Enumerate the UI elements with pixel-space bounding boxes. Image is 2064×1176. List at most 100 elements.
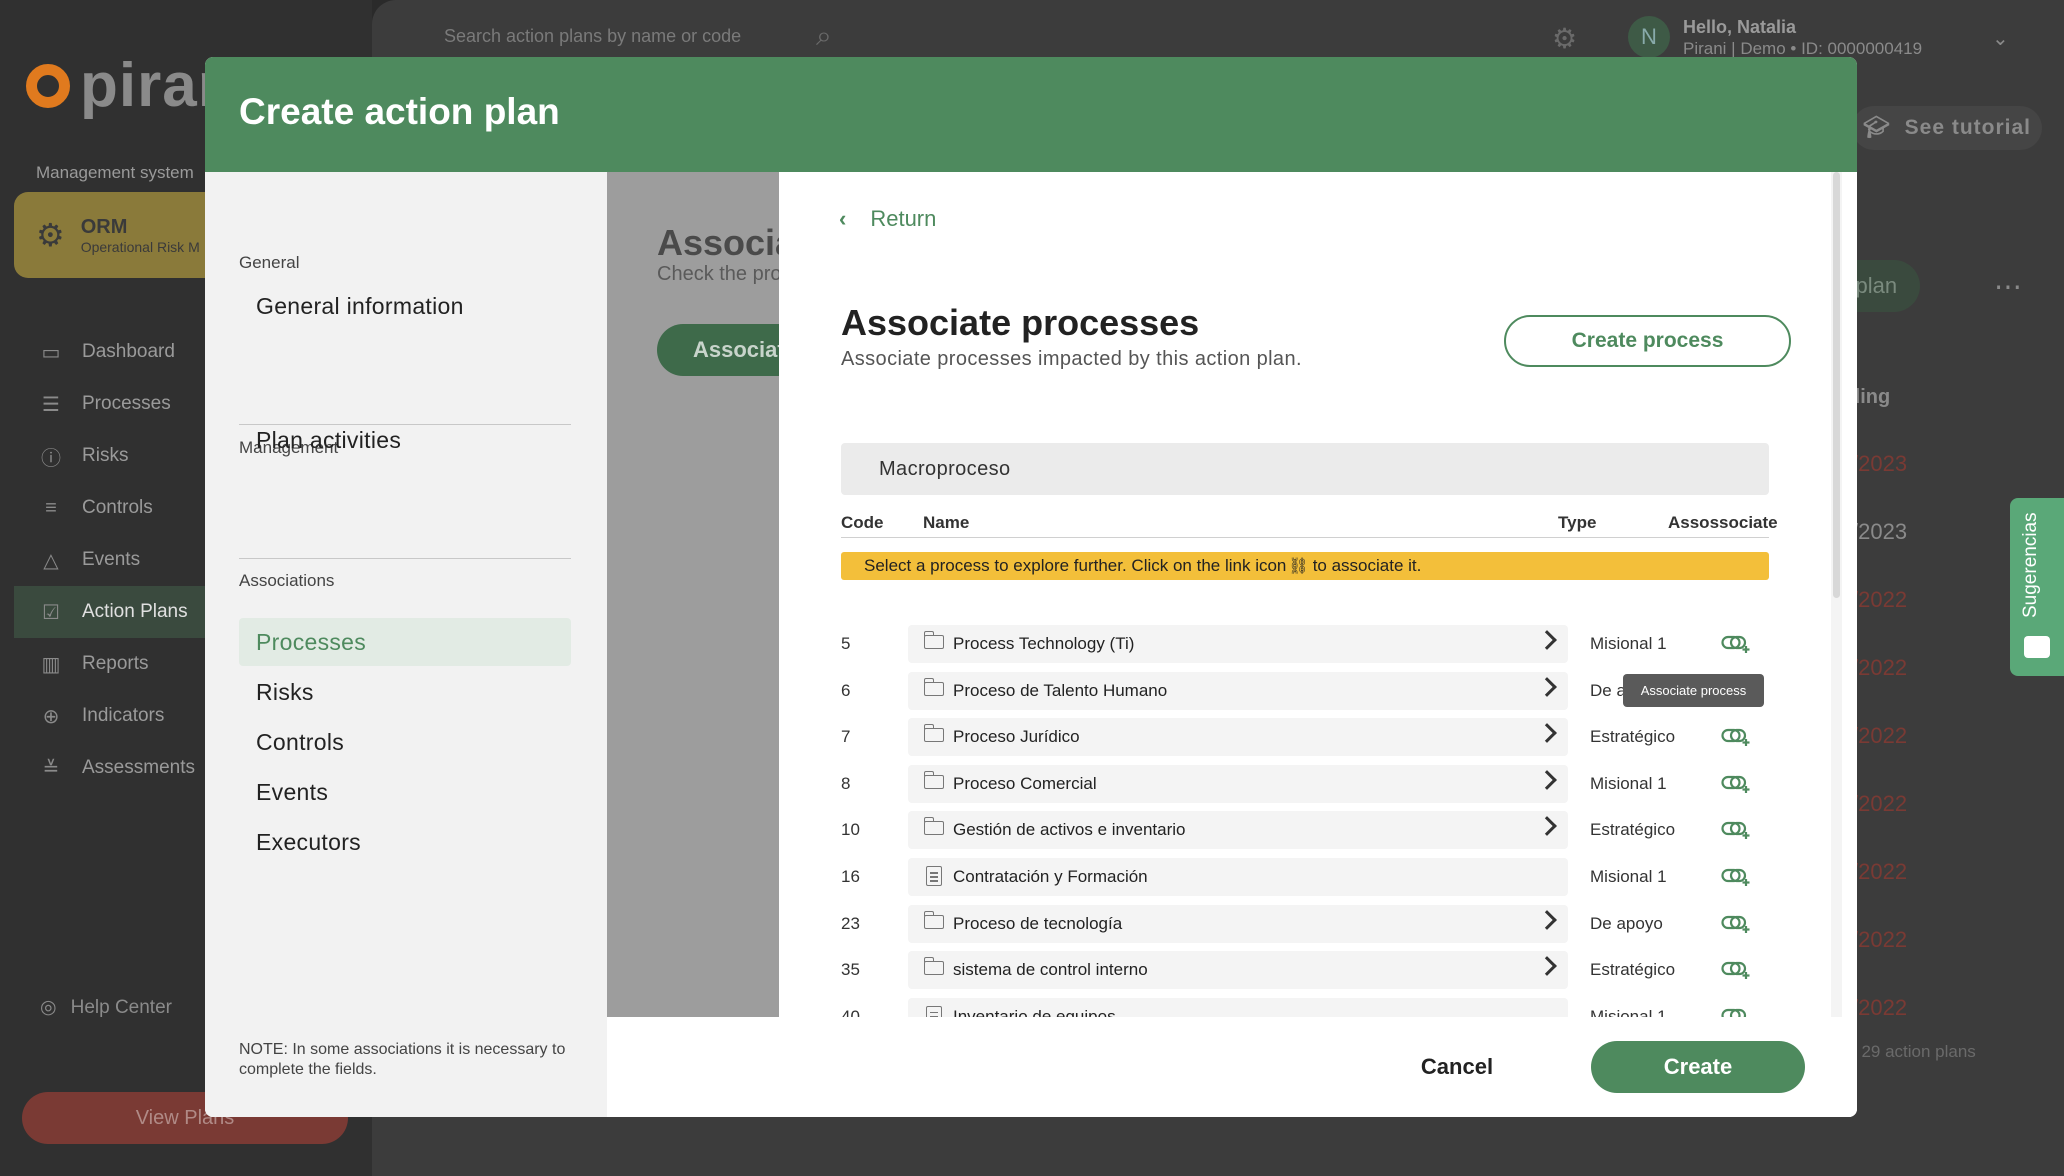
panel-title: Associate processes xyxy=(841,302,1200,343)
info-banner: Select a process to explore further. Cli… xyxy=(841,552,1769,580)
create-process-button[interactable]: Create process xyxy=(1504,315,1791,367)
associate-link-icon[interactable] xyxy=(1721,960,1751,980)
modal-section-nav: General General information Management P… xyxy=(205,172,607,1117)
nav-general-information[interactable]: General information xyxy=(239,282,571,330)
sidebar-item-label: Dashboard xyxy=(82,341,175,362)
associate-link-icon[interactable] xyxy=(1721,914,1751,934)
date-cell: /2023 xyxy=(1852,451,1908,476)
create-button[interactable]: Create xyxy=(1591,1041,1805,1093)
column-header-code: Code xyxy=(841,513,884,532)
date-cell: /2022 xyxy=(1852,927,1908,952)
table-header-divider xyxy=(841,537,1769,538)
nav-executors[interactable]: Executors xyxy=(239,818,571,866)
scrollbar-thumb[interactable] xyxy=(1833,172,1840,598)
folder-icon xyxy=(923,770,944,789)
column-header-type: Type xyxy=(1558,513,1597,532)
help-center-link[interactable]: ◎ Help Center xyxy=(40,996,172,1019)
link-icon: ⛓ xyxy=(1288,558,1309,575)
nav-risks[interactable]: Risks xyxy=(239,668,571,716)
date-cell: /2023 xyxy=(1852,519,1908,544)
document-icon xyxy=(926,866,942,886)
chevron-right-icon[interactable] xyxy=(1537,676,1557,697)
associate-link-icon[interactable] xyxy=(1721,727,1751,747)
modal-header: Create action plan xyxy=(205,57,1857,172)
checklist-icon: ☑ xyxy=(42,601,60,624)
processes-section-behind: Associate processes Check the processes … xyxy=(607,172,779,1017)
panel-subtitle: Associate processes impacted by this act… xyxy=(841,348,1302,370)
management-system-label: Management system xyxy=(36,163,194,182)
section-label-general: General xyxy=(239,253,300,272)
date-cell: /2022 xyxy=(1852,995,1908,1020)
folder-icon xyxy=(923,677,944,696)
row-code: 35 xyxy=(841,960,860,980)
chat-icon xyxy=(2024,636,2050,658)
associate-link-icon[interactable] xyxy=(1721,774,1751,794)
date-cell: /2022 xyxy=(1852,587,1908,612)
search-icon[interactable]: ⌕ xyxy=(816,20,832,53)
sidebar-item-label: Action Plans xyxy=(82,601,188,622)
folder-icon xyxy=(923,724,944,743)
search-input[interactable]: Search action plans by name or code xyxy=(444,26,741,47)
row-code: 40 xyxy=(841,1006,860,1017)
table-row: 16 Contratación y Formación Misional 1 xyxy=(841,858,1769,896)
help-icon: ◎ xyxy=(40,997,57,1018)
process-name: Proceso Jurídico xyxy=(953,727,1080,747)
graduation-cap-icon: 🎓︎ xyxy=(1862,116,1891,139)
nav-plan-activities[interactable]: Plan activities xyxy=(239,416,571,464)
pagination-count: f 29 action plans xyxy=(1852,1042,1976,1061)
process-name-cell[interactable]: Proceso Jurídico xyxy=(908,718,1568,757)
chevron-right-icon[interactable] xyxy=(1537,769,1557,790)
table-row: 40 Inventario de equipos Misional 1 xyxy=(841,997,1769,1017)
settings-gear-icon[interactable]: ⚙ xyxy=(1552,22,1577,55)
chevron-right-icon[interactable] xyxy=(1537,723,1557,744)
process-name: Process Technology (Ti) xyxy=(953,634,1135,653)
nav-events[interactable]: Events xyxy=(239,768,571,816)
see-tutorial-button[interactable]: 🎓︎ See tutorial xyxy=(1852,106,2042,150)
chevron-right-icon[interactable] xyxy=(1537,956,1557,977)
chart-icon: ▥ xyxy=(41,653,61,676)
table-row: 5 Process Technology (Ti) Misional 1 xyxy=(841,625,1769,663)
process-type: De apoyo xyxy=(1590,913,1663,933)
associate-link-icon[interactable] xyxy=(1721,820,1751,840)
row-code: 10 xyxy=(841,820,860,840)
process-name-cell[interactable]: sistema de control interno xyxy=(908,951,1568,990)
avatar[interactable]: N xyxy=(1628,16,1670,58)
associate-link-icon[interactable] xyxy=(1721,867,1751,887)
chevron-right-icon[interactable] xyxy=(1537,630,1557,650)
chevron-right-icon[interactable] xyxy=(1537,816,1557,837)
orm-title: ORM xyxy=(80,215,128,238)
process-name-cell[interactable]: Proceso Comercial xyxy=(908,764,1568,803)
table-row: 23 Proceso de tecnología De apoyo xyxy=(841,904,1769,943)
process-name: Gestión de activos e inventario xyxy=(953,820,1186,840)
create-action-plan-modal: Create action plan General General infor… xyxy=(205,57,1857,1117)
nav-controls[interactable]: Controls xyxy=(239,718,571,766)
process-name-cell[interactable]: Process Technology (Ti) xyxy=(908,625,1568,663)
user-greeting: Hello, Natalia xyxy=(1683,17,1797,37)
process-name-cell[interactable]: Gestión de activos e inventario xyxy=(908,811,1568,850)
process-name: Proceso de tecnología xyxy=(953,913,1123,933)
process-name: Proceso Comercial xyxy=(953,773,1097,793)
scrollbar[interactable] xyxy=(1831,172,1842,1017)
process-name-cell: Contratación y Formación xyxy=(908,858,1568,896)
associate-link-icon[interactable] xyxy=(1721,1007,1751,1017)
folder-icon xyxy=(923,817,944,836)
process-type: Misional 1 xyxy=(1590,867,1667,886)
associate-link-icon[interactable] xyxy=(1721,634,1751,654)
chevron-right-icon[interactable] xyxy=(1537,909,1557,930)
process-name-cell[interactable]: Proceso de tecnología xyxy=(908,904,1568,943)
process-name-cell[interactable]: Proceso de Talento Humano xyxy=(908,671,1568,710)
section-subtitle: Check the processes xyxy=(657,263,779,285)
chevron-down-icon[interactable]: ⌄ xyxy=(1992,26,2009,51)
nav-processes[interactable]: Processes xyxy=(239,618,571,666)
list-icon: ☰ xyxy=(42,393,60,416)
assess-icon: ≚ xyxy=(42,757,60,780)
sugerencias-tab[interactable]: Sugerencias xyxy=(2010,498,2064,676)
return-button[interactable]: ‹ Return xyxy=(839,206,936,232)
associate-button[interactable]: Associate xyxy=(657,324,779,376)
return-label: Return xyxy=(870,206,937,231)
cancel-button[interactable]: Cancel xyxy=(1382,1041,1532,1093)
more-options-icon[interactable]: ⋯ xyxy=(1994,270,2022,303)
process-name: sistema de control interno xyxy=(953,960,1148,980)
sidebar-item-label: Assessments xyxy=(82,757,195,778)
folder-icon xyxy=(923,957,944,976)
